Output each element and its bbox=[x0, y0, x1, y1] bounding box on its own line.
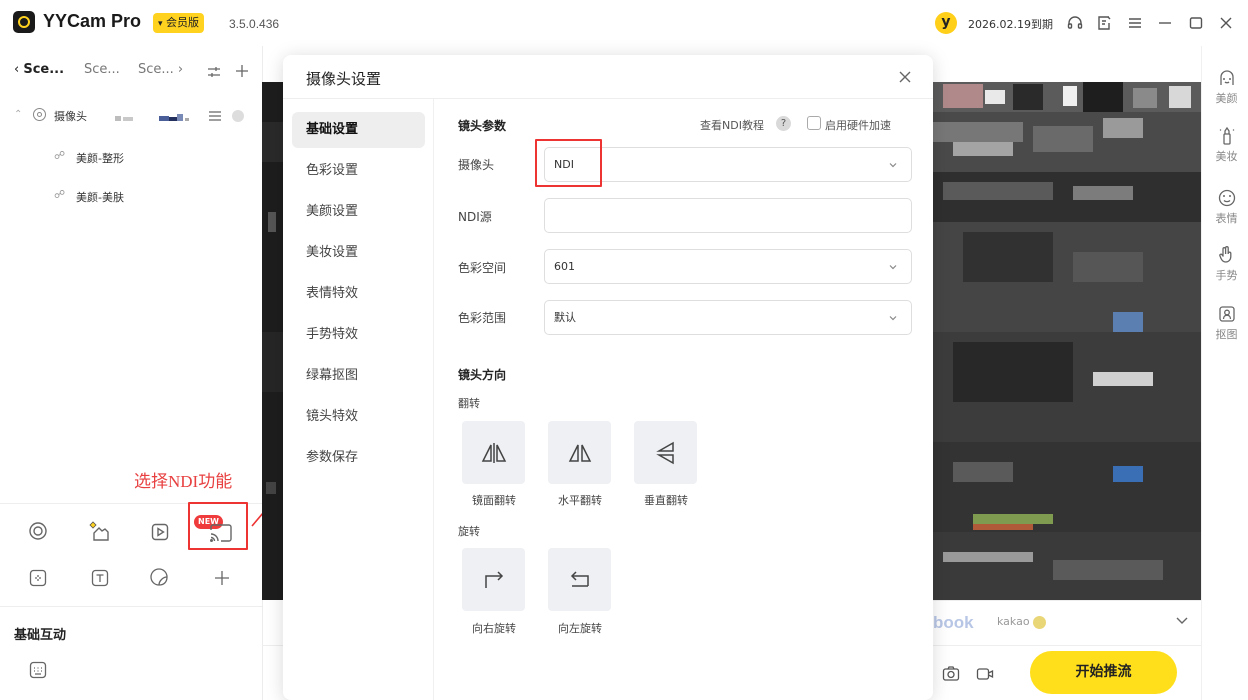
facebook-logo[interactable]: book bbox=[933, 613, 974, 633]
rotate-right-label: 向右旋转 bbox=[472, 622, 516, 635]
screenshot-icon[interactable] bbox=[942, 666, 960, 682]
rotate-left-icon bbox=[570, 571, 589, 587]
sidebar-cutout-label: 抠图 bbox=[1215, 328, 1238, 341]
beauty-icon bbox=[1219, 70, 1234, 85]
ndi-tutorial-link[interactable]: 查看NDI教程 bbox=[700, 117, 764, 133]
makeup-icon bbox=[1219, 126, 1234, 145]
dialog-title: 摄像头设置 bbox=[306, 70, 382, 88]
mirror-flip-button[interactable] bbox=[462, 421, 525, 484]
pixelated-preview-image bbox=[933, 82, 1201, 600]
camera-label: 摄像头 bbox=[458, 158, 495, 172]
sidebar-cutout[interactable]: 抠图 bbox=[1205, 304, 1248, 342]
nav-beauty-settings[interactable]: 美颜设置 bbox=[292, 194, 425, 230]
chevron-down-icon bbox=[889, 265, 897, 270]
ndi-source-input[interactable] bbox=[544, 198, 912, 233]
sidebar-makeup[interactable]: 美妆 bbox=[1205, 126, 1248, 164]
camera-preview[interactable] bbox=[933, 82, 1201, 600]
dialog-close-icon[interactable] bbox=[896, 68, 914, 86]
vertical-flip-label: 垂直翻转 bbox=[644, 494, 688, 507]
nav-color-settings[interactable]: 色彩设置 bbox=[292, 153, 425, 189]
lens-params-title: 镜头参数 bbox=[458, 119, 507, 133]
camera-settings-dialog: 摄像头设置 基础设置 色彩设置 美颜设置 美妆设置 表情特效 手势特效 绿幕抠图… bbox=[283, 55, 933, 700]
record-icon[interactable] bbox=[976, 666, 994, 682]
mirror-flip-icon bbox=[481, 443, 506, 463]
ndi-source-label: NDI源 bbox=[458, 210, 492, 224]
chevron-down-icon bbox=[889, 163, 897, 168]
nav-gesture-effects[interactable]: 手势特效 bbox=[292, 317, 425, 353]
color-range-label: 色彩范围 bbox=[458, 311, 507, 325]
color-space-value: 601 bbox=[554, 260, 575, 273]
sidebar-beauty-label: 美颜 bbox=[1215, 92, 1238, 105]
kakao-logo[interactable]: kakao bbox=[997, 615, 1047, 629]
nav-expression-effects[interactable]: 表情特效 bbox=[292, 276, 425, 312]
flip-title: 翻转 bbox=[458, 397, 480, 410]
sidebar-beauty[interactable]: 美颜 bbox=[1205, 68, 1248, 106]
nav-green-screen[interactable]: 绿幕抠图 bbox=[292, 358, 425, 394]
sidebar-expression-label: 表情 bbox=[1215, 212, 1238, 225]
nav-basic-settings[interactable]: 基础设置 bbox=[292, 112, 425, 148]
nav-save-params[interactable]: 参数保存 bbox=[292, 440, 425, 476]
dialog-nav: 基础设置 色彩设置 美颜设置 美妆设置 表情特效 手势特效 绿幕抠图 镜头特效 … bbox=[283, 99, 434, 700]
sidebar-gesture-label: 手势 bbox=[1215, 269, 1238, 282]
gesture-icon bbox=[1218, 246, 1231, 263]
rotate-left-button[interactable] bbox=[548, 548, 611, 611]
horizontal-flip-label: 水平翻转 bbox=[558, 494, 602, 507]
platform-expand-icon[interactable] bbox=[1175, 613, 1189, 627]
rotate-right-icon bbox=[484, 571, 503, 588]
rotate-title: 旋转 bbox=[458, 525, 480, 538]
preview-canvas-left bbox=[262, 82, 283, 600]
dialog-header: 摄像头设置 bbox=[283, 55, 933, 99]
sidebar-makeup-label: 美妆 bbox=[1215, 150, 1238, 163]
right-sidebar-divider bbox=[1201, 46, 1202, 700]
vertical-flip-icon bbox=[655, 441, 674, 465]
horizontal-flip-icon bbox=[568, 444, 591, 462]
expression-icon bbox=[1218, 189, 1235, 207]
color-range-select[interactable]: 默认 bbox=[544, 300, 912, 335]
color-space-select[interactable]: 601 bbox=[544, 249, 912, 284]
cutout-icon bbox=[1218, 306, 1235, 322]
sidebar-gesture[interactable]: 手势 bbox=[1205, 245, 1248, 283]
mirror-flip-label: 镜面翻转 bbox=[472, 494, 516, 507]
start-stream-button[interactable]: 开始推流 bbox=[1030, 651, 1177, 694]
nav-lens-effects[interactable]: 镜头特效 bbox=[292, 399, 425, 435]
help-icon[interactable]: ? bbox=[776, 116, 791, 131]
color-range-value: 默认 bbox=[554, 311, 576, 324]
horizontal-flip-button[interactable] bbox=[548, 421, 611, 484]
ndi-select-highlight-box bbox=[535, 139, 602, 187]
nav-makeup-settings[interactable]: 美妆设置 bbox=[292, 235, 425, 271]
lens-direction-title: 镜头方向 bbox=[458, 368, 507, 382]
rotate-right-button[interactable] bbox=[462, 548, 525, 611]
vertical-flip-button[interactable] bbox=[634, 421, 697, 484]
hw-accel-checkbox[interactable] bbox=[807, 116, 821, 130]
rotate-left-label: 向左旋转 bbox=[558, 622, 602, 635]
color-space-label: 色彩空间 bbox=[458, 261, 507, 275]
chevron-down-icon bbox=[889, 316, 897, 321]
platform-bar: book kakao bbox=[933, 600, 1201, 644]
hw-accel-label: 启用硬件加速 bbox=[825, 119, 891, 132]
sidebar-expression[interactable]: 表情 bbox=[1205, 188, 1248, 226]
